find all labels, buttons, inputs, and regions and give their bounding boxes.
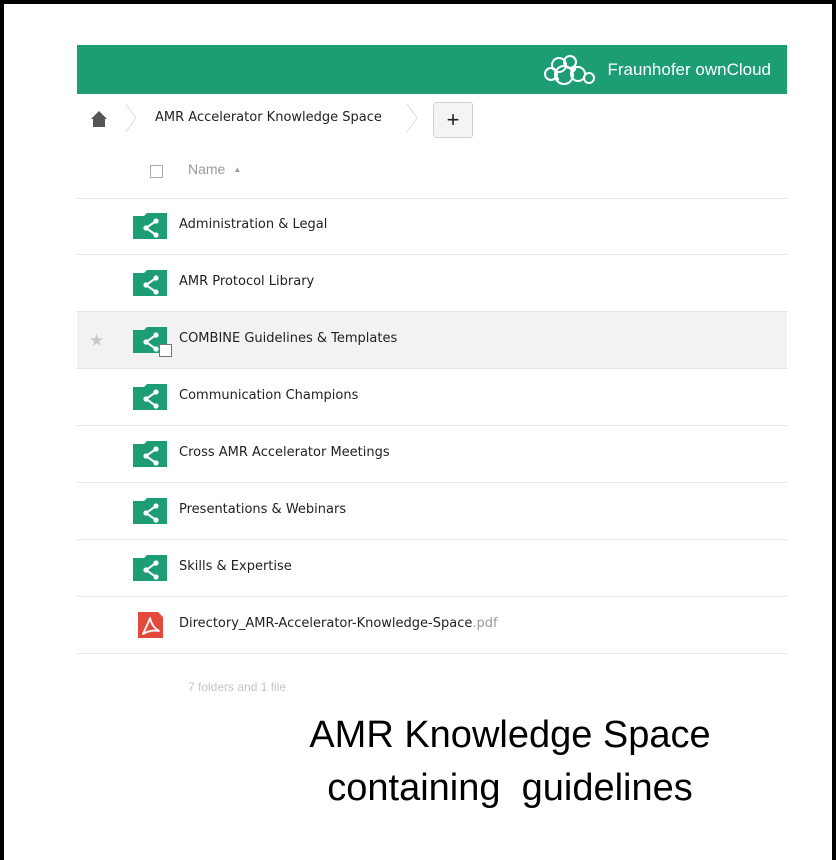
row-checkbox[interactable] bbox=[159, 344, 172, 357]
chevron-right-icon bbox=[406, 103, 418, 133]
file-row[interactable]: Directory_AMR-Accelerator-Knowledge-Spac… bbox=[77, 597, 787, 654]
file-extension: .pdf bbox=[472, 616, 498, 631]
chevron-right-icon bbox=[125, 103, 137, 133]
file-row[interactable]: AMR Protocol Library bbox=[77, 255, 787, 312]
file-row[interactable]: Communication Champions bbox=[77, 369, 787, 426]
caption-line-2: containing guidelines bbox=[327, 767, 693, 809]
brand-name: Fraunhofer ownCloud bbox=[607, 59, 771, 79]
breadcrumb-folder[interactable]: AMR Accelerator Knowledge Space bbox=[155, 110, 382, 125]
column-header: Name ▲ bbox=[77, 144, 787, 199]
shared-folder-icon bbox=[133, 498, 167, 524]
file-name: AMR Protocol Library bbox=[179, 274, 315, 289]
select-all-checkbox[interactable] bbox=[150, 165, 163, 178]
breadcrumb: AMR Accelerator Knowledge Space + bbox=[77, 94, 787, 144]
file-name: COMBINE Guidelines & Templates bbox=[179, 331, 398, 346]
file-summary: 7 folders and 1 file bbox=[188, 680, 287, 694]
shared-folder-icon bbox=[133, 270, 167, 296]
shared-folder-icon bbox=[133, 441, 167, 467]
brand[interactable]: Fraunhofer ownCloud bbox=[542, 45, 771, 94]
star-icon[interactable]: ★ bbox=[89, 331, 104, 351]
name-column-label: Name bbox=[188, 161, 226, 177]
file-row[interactable]: Presentations & Webinars bbox=[77, 483, 787, 540]
shared-folder-icon bbox=[133, 213, 167, 239]
shared-folder-icon bbox=[133, 384, 167, 410]
new-button[interactable]: + bbox=[433, 102, 473, 138]
file-name: Communication Champions bbox=[179, 388, 359, 403]
file-list: Administration & Legal AMR Protocol Libr… bbox=[77, 198, 787, 654]
file-row[interactable]: Cross AMR Accelerator Meetings bbox=[77, 426, 787, 483]
home-icon[interactable] bbox=[90, 110, 108, 128]
name-column-sort[interactable]: Name ▲ bbox=[188, 161, 241, 177]
caption-line-1: AMR Knowledge Space bbox=[309, 714, 711, 756]
file-row[interactable]: Administration & Legal bbox=[77, 198, 787, 255]
shared-folder-icon bbox=[133, 555, 167, 581]
sort-ascending-icon: ▲ bbox=[233, 165, 242, 174]
file-basename: Directory_AMR-Accelerator-Knowledge-Spac… bbox=[179, 616, 473, 631]
file-row[interactable]: Skills & Expertise bbox=[77, 540, 787, 597]
file-name: Directory_AMR-Accelerator-Knowledge-Spac… bbox=[179, 616, 498, 631]
app-header: Fraunhofer ownCloud bbox=[77, 45, 787, 94]
file-row[interactable]: ★ COMBINE Guidelines & Templates bbox=[77, 312, 787, 369]
file-name: Cross AMR Accelerator Meetings bbox=[179, 445, 390, 460]
cloud-logo-icon bbox=[543, 54, 595, 85]
file-name: Presentations & Webinars bbox=[179, 502, 347, 517]
file-name: Administration & Legal bbox=[179, 217, 328, 232]
file-name: Skills & Expertise bbox=[179, 559, 292, 574]
slide-caption: AMR Knowledge Space containing guideline… bbox=[140, 709, 836, 815]
pdf-file-icon bbox=[138, 612, 163, 638]
